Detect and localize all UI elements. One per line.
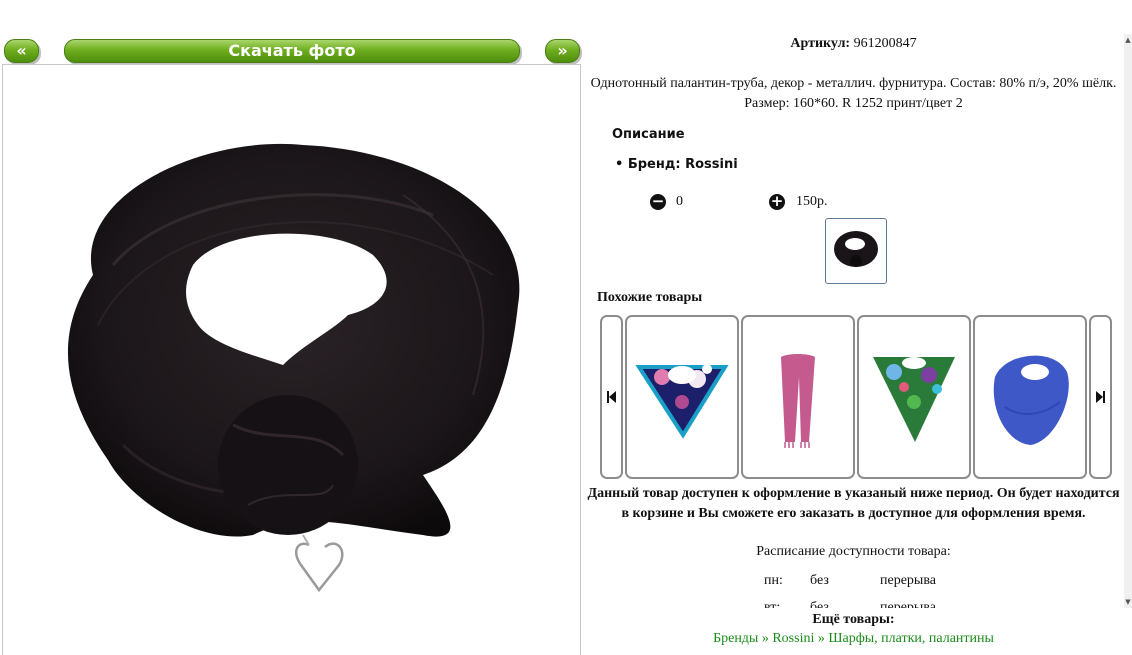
article-line: Артикул: 961200847 [583,36,1124,52]
pink-stole-image [781,354,815,448]
carousel-next-button[interactable] [1089,315,1112,479]
minus-circle-icon[interactable]: − [650,194,666,210]
variant-thumbnail-image [834,231,878,267]
skip-back-icon [607,391,616,403]
similar-item-1[interactable] [625,315,739,479]
brand-line: Бренд: Rossini [627,157,738,172]
article-label: Артикул: [790,36,851,51]
similar-products-heading: Похожие товары [597,290,703,305]
scroll-up-icon[interactable]: ▲ [1124,36,1132,44]
next-photo-button[interactable]: » [545,39,580,63]
similar-item-2[interactable] [741,315,855,479]
more-products-links[interactable]: Бренды » Rossini » Шарфы, платки, палант… [583,631,1124,647]
schedule-day: вт: [764,600,781,608]
similar-item-4[interactable] [973,315,1087,479]
product-image-frame [2,64,581,655]
carousel-prev-button[interactable] [600,315,623,479]
variant-thumbnail[interactable] [825,218,887,284]
quantity-value: 0 [676,194,683,209]
schedule-from: без [810,600,829,608]
scrollbar[interactable]: ▲ ▼ [1124,34,1132,608]
product-image[interactable] [3,65,580,641]
more-products-title: Ещё товары: [812,612,895,627]
download-photo-button[interactable]: Скачать фото [64,39,520,63]
schedule-day: пн: [764,573,783,588]
similar-item-3[interactable] [857,315,971,479]
scroll-down-icon[interactable]: ▼ [1124,598,1132,606]
schedule-to: перерыва [880,573,936,588]
product-details-panel: Артикул: 961200847 Однотонный палантин-т… [583,34,1124,608]
blue-scarf-image [993,355,1069,445]
price-value: 150р. [796,194,828,209]
floral-scarf-image [635,364,729,439]
availability-notice: Данный товар доступен к оформление в ука… [587,486,1120,521]
prev-photo-button[interactable]: « [4,39,39,63]
description-heading: Описание [612,127,685,142]
product-description: Однотонный палантин-труба, декор - метал… [590,76,1117,111]
plus-circle-icon[interactable]: + [769,194,785,210]
brand-list-item: • Бренд: Rossini [615,157,738,172]
schedule-from: без [810,573,829,588]
schedule-title: Расписание доступности товара: [756,544,951,559]
bullet-icon: • [615,157,624,172]
green-floral-scarf-image [873,357,955,442]
schedule-to: перерыва [880,600,936,608]
skip-forward-icon [1096,391,1105,403]
article-value: 961200847 [853,36,917,51]
